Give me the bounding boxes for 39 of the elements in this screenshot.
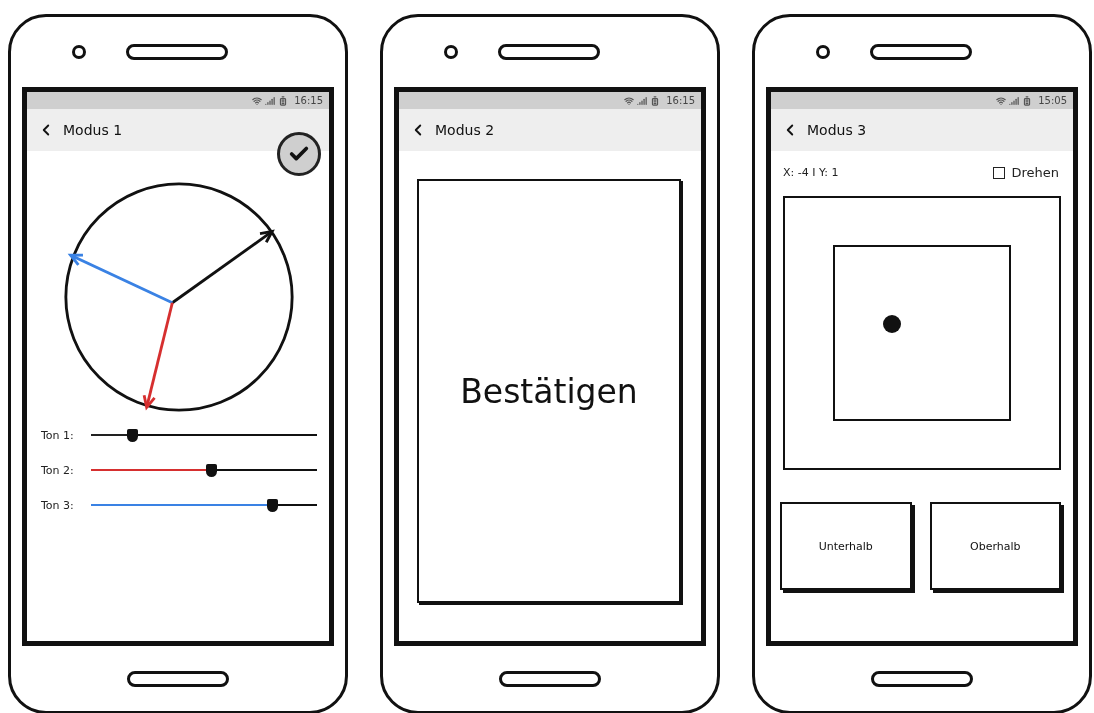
status-time: 15:05 bbox=[1038, 95, 1067, 106]
camera-icon bbox=[816, 45, 830, 59]
rotate-checkbox[interactable]: Drehen bbox=[993, 165, 1059, 180]
screen-title: Modus 2 bbox=[435, 122, 495, 138]
battery-icon bbox=[278, 95, 289, 106]
position-button[interactable]: Oberhalb bbox=[929, 502, 1061, 590]
target-area[interactable] bbox=[783, 196, 1061, 470]
slider-thumb[interactable] bbox=[205, 464, 217, 477]
home-button[interactable] bbox=[871, 670, 973, 687]
status-time: 16:15 bbox=[666, 95, 695, 106]
screen-title: Modus 1 bbox=[63, 122, 123, 138]
home-button[interactable] bbox=[127, 670, 229, 687]
battery-icon bbox=[650, 95, 661, 106]
status-time: 16:15 bbox=[294, 95, 323, 106]
slider-thumb[interactable] bbox=[126, 429, 138, 442]
slider-label: Ton 3: bbox=[41, 499, 75, 512]
slider[interactable] bbox=[91, 429, 317, 442]
slider-label: Ton 1: bbox=[41, 429, 75, 442]
camera-icon bbox=[444, 45, 458, 59]
signal-icon bbox=[1009, 95, 1020, 106]
slider-thumb[interactable] bbox=[266, 499, 278, 512]
coordinates-text: X: -4 I Y: 1 bbox=[783, 166, 839, 179]
checkbox-box[interactable] bbox=[993, 166, 1006, 179]
confirm-button[interactable]: Bestätigen bbox=[417, 179, 681, 603]
camera-icon bbox=[72, 45, 86, 59]
wifi-icon bbox=[996, 95, 1007, 106]
slider-label: Ton 2: bbox=[41, 464, 75, 477]
signal-icon bbox=[637, 95, 648, 106]
checkbox-label: Drehen bbox=[1011, 165, 1059, 180]
screen-title: Modus 3 bbox=[807, 122, 867, 138]
wifi-icon bbox=[624, 95, 635, 106]
slider[interactable] bbox=[91, 499, 317, 512]
battery-icon bbox=[1022, 95, 1033, 106]
slider[interactable] bbox=[91, 464, 317, 477]
position-button[interactable]: Unterhalb bbox=[780, 502, 912, 590]
position-dot bbox=[883, 315, 901, 333]
signal-icon bbox=[265, 95, 276, 106]
home-button[interactable] bbox=[499, 670, 601, 687]
wifi-icon bbox=[252, 95, 263, 106]
